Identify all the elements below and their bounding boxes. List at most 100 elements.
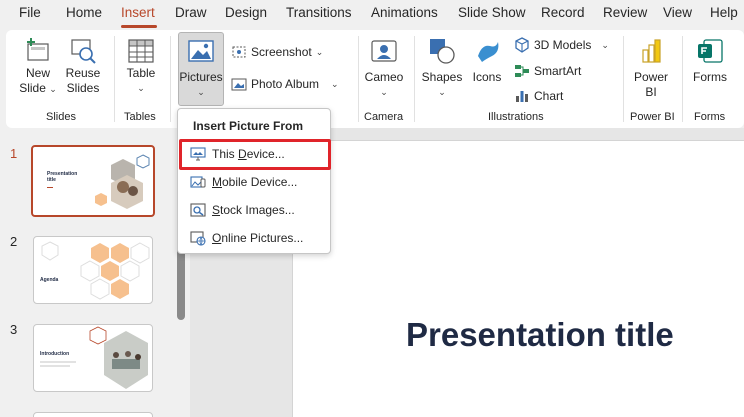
forms-label: Forms [693, 70, 727, 84]
forms-icon [698, 39, 723, 63]
pictures-label: Pictures [179, 70, 223, 84]
tab-view[interactable]: View [663, 5, 692, 20]
smartart-icon [515, 65, 529, 77]
new-slide-button[interactable]: New Slide ⌄ [18, 36, 58, 97]
shapes-label: Shapes [421, 70, 463, 84]
slide-thumbnail-2[interactable]: Agenda [33, 236, 153, 304]
reuse-slides-icon [71, 39, 96, 64]
smartart-button[interactable]: SmartArt [514, 63, 581, 79]
icons-icon [478, 42, 499, 62]
mobile-device-menu-item[interactable]: Mobile Device... [184, 169, 324, 195]
thumbnail-title: Presentation title [47, 171, 78, 183]
group-label-camera: Camera [364, 111, 404, 123]
thumbnail-title: Agenda [40, 277, 59, 283]
tab-record[interactable]: Record [541, 5, 585, 20]
photo-album-icon [231, 78, 247, 91]
thumbnail-image [89, 326, 148, 389]
chart-button[interactable]: Chart [514, 88, 563, 104]
mobile-picture-icon [190, 176, 206, 188]
table-button[interactable]: Table ⌄ [122, 36, 160, 96]
group-label-forms: Forms [694, 111, 726, 123]
chevron-down-icon: ⌄ [380, 87, 388, 97]
new-slide-label-2: Slide [19, 81, 46, 95]
photo-album-label: Photo Album [251, 77, 320, 91]
group-label-tables: Tables [124, 111, 156, 123]
insert-picture-dropdown: Insert Picture From This Device... Mobil… [177, 108, 331, 254]
slide-title[interactable]: Presentation title [406, 313, 706, 356]
reuse-slides-label: Reuse [65, 66, 101, 80]
power-bi-label: Power [633, 70, 668, 84]
chevron-down-icon: ⌄ [331, 78, 339, 89]
shapes-button[interactable]: Shapes ⌄ [420, 36, 464, 100]
tab-slide-show[interactable]: Slide Show [458, 5, 526, 20]
menu-bar: File Home Insert Draw Design Transitions… [0, 0, 744, 28]
slide-thumbnail-4[interactable] [33, 412, 153, 417]
screenshot-icon [232, 46, 246, 58]
tab-design[interactable]: Design [225, 5, 267, 20]
slide-thumbnail-3[interactable]: Introduction [33, 324, 153, 392]
forms-button[interactable]: Forms [690, 36, 730, 85]
new-slide-label: New [25, 66, 50, 80]
tab-home[interactable]: Home [66, 5, 102, 20]
thumbnail-image [95, 154, 150, 209]
thumbnail-title: Introduction [40, 351, 70, 357]
chart-icon [516, 91, 528, 102]
screenshot-label: Screenshot [251, 45, 312, 59]
online-pictures-icon [190, 231, 206, 246]
group-label-slides: Slides [46, 111, 76, 123]
pictures-button[interactable]: Pictures ⌄ [178, 36, 224, 100]
stock-images-menu-item[interactable]: Stock Images... [184, 197, 324, 223]
icons-label: Icons [472, 70, 502, 84]
new-slide-icon [27, 38, 49, 61]
chevron-down-icon: ⌄ [197, 87, 205, 97]
slide-number-3: 3 [10, 322, 18, 337]
ribbon: New Slide ⌄ Reuse Slides Slides Table ⌄ … [6, 30, 744, 128]
chevron-down-icon: ⌄ [438, 87, 446, 97]
icons-button[interactable]: Icons [468, 36, 506, 85]
cameo-button[interactable]: Cameo ⌄ [364, 36, 404, 100]
tab-file[interactable]: File [19, 5, 41, 20]
current-slide[interactable] [292, 140, 744, 417]
group-separator [682, 36, 683, 122]
3d-models-label: 3D Models [534, 38, 592, 52]
power-bi-button[interactable]: Power BI [630, 36, 672, 100]
group-label-illustrations: Illustrations [488, 111, 544, 123]
dropdown-header: Insert Picture From [193, 119, 304, 133]
cameo-icon [371, 40, 397, 62]
active-tab-underline [121, 25, 157, 28]
stock-images-icon [190, 203, 206, 217]
group-separator [358, 36, 359, 122]
cameo-label: Cameo [364, 70, 404, 84]
group-separator [170, 36, 171, 122]
table-icon [128, 39, 154, 63]
group-label-power-bi: Power BI [630, 111, 675, 123]
tab-transitions[interactable]: Transitions [286, 5, 352, 20]
power-bi-label-2: BI [645, 85, 657, 99]
group-separator [623, 36, 624, 122]
slide-thumbnail-1[interactable]: Presentation title [31, 145, 155, 217]
screenshot-button[interactable]: Screenshot ⌄ [231, 44, 323, 60]
chevron-down-icon: ⌄ [137, 83, 145, 93]
photo-album-button[interactable]: Photo Album ⌄ [231, 76, 339, 92]
power-bi-icon [642, 39, 661, 63]
thumbnail-hexagons [80, 242, 150, 300]
smartart-label: SmartArt [534, 64, 582, 78]
reuse-slides-label-2: Slides [66, 81, 100, 95]
tab-help[interactable]: Help [710, 5, 738, 20]
slide-number-1: 1 [10, 146, 18, 161]
tab-animations[interactable]: Animations [371, 5, 438, 20]
chart-label: Chart [534, 89, 564, 103]
online-pictures-menu-item[interactable]: Online Pictures... [184, 225, 324, 251]
tab-insert[interactable]: Insert [121, 5, 155, 20]
chevron-down-icon: ⌄ [315, 46, 324, 57]
reuse-slides-button[interactable]: Reuse Slides [62, 36, 104, 96]
group-separator [114, 36, 115, 122]
tab-review[interactable]: Review [603, 5, 647, 20]
3d-models-button[interactable]: 3D Models ⌄ [514, 37, 609, 53]
chevron-down-icon: ⌄ [49, 84, 57, 94]
shapes-icon [430, 39, 455, 64]
highlight-box [179, 139, 331, 170]
slide-number-2: 2 [10, 234, 18, 249]
tab-draw[interactable]: Draw [175, 5, 207, 20]
chevron-down-icon: ⌄ [601, 39, 609, 50]
